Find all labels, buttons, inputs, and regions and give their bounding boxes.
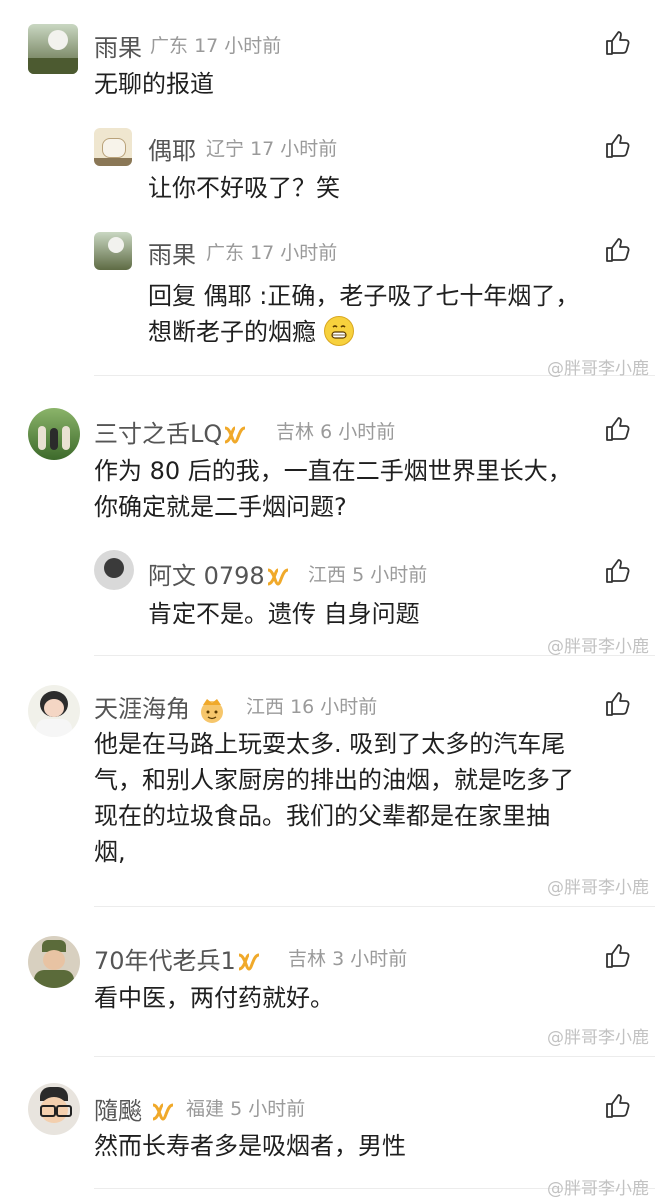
avatar[interactable] [94, 232, 132, 270]
username[interactable]: 70年代老兵1 [94, 941, 262, 976]
username[interactable]: 三寸之舌LQ [94, 414, 248, 449]
avatar[interactable] [28, 1083, 80, 1135]
username[interactable]: 阿文 0798 [148, 556, 291, 591]
like-icon[interactable] [604, 133, 630, 159]
avatar[interactable] [94, 550, 134, 590]
comment-meta: 江西 5 小时前 [308, 564, 428, 586]
watermark: @胖哥李小鹿 [547, 1028, 649, 1048]
watermark: @胖哥李小鹿 [547, 359, 649, 379]
comment-meta: 广东 17 小时前 [206, 242, 338, 264]
comment-meta: 吉林 3 小时前 [288, 948, 408, 970]
divider [94, 1056, 655, 1057]
username[interactable]: 雨果 [94, 28, 142, 63]
avatar[interactable] [28, 685, 80, 737]
username[interactable]: 偶耶 [148, 131, 196, 166]
grin-emoji-icon [323, 316, 354, 346]
comment-meta: 吉林 6 小时前 [276, 421, 396, 443]
like-icon[interactable] [604, 30, 630, 56]
username[interactable]: 天涯海角 [94, 689, 226, 724]
username[interactable]: 雨果 [148, 235, 196, 270]
comment-text: 肯定不是。遗传 自身问题 [148, 600, 420, 628]
like-icon[interactable] [604, 691, 630, 717]
like-icon[interactable] [604, 943, 630, 969]
comment-text: 看中医，两付药就好。 [94, 984, 334, 1012]
reply-target-link[interactable]: 偶耶 [204, 282, 252, 310]
avatar[interactable] [28, 24, 78, 74]
comment-meta: 辽宁 17 小时前 [206, 138, 338, 160]
comment-text: 让你不好吸了？笑 [148, 174, 340, 202]
comment-text: 回复 偶耶 :正确，老子吸了七十年烟了， 想断老子的烟瘾 [148, 282, 580, 346]
comment-text: 作为 80 后的我，一直在二手烟世界里长大， 你确定就是二手烟问题? [94, 457, 572, 521]
vip-badge-icon [152, 1103, 174, 1121]
comment-meta: 广东 17 小时前 [150, 35, 282, 57]
vip-badge-icon [224, 426, 246, 444]
watermark: @胖哥李小鹿 [547, 637, 649, 657]
watermark: @胖哥李小鹿 [547, 1179, 649, 1199]
vip-badge-icon [238, 953, 260, 971]
like-icon[interactable] [604, 416, 630, 442]
username[interactable]: 隨飈 [94, 1091, 176, 1126]
like-icon[interactable] [604, 237, 630, 263]
avatar[interactable] [94, 128, 132, 166]
comment-meta: 江西 16 小时前 [246, 696, 378, 718]
crown-face-icon [200, 699, 223, 723]
watermark: @胖哥李小鹿 [547, 878, 649, 898]
like-icon[interactable] [604, 1093, 630, 1119]
divider [94, 906, 655, 907]
comment-text: 无聊的报道 [94, 70, 214, 98]
avatar[interactable] [28, 408, 80, 460]
like-icon[interactable] [604, 558, 630, 584]
avatar[interactable] [28, 936, 80, 988]
comment-text: 然而长寿者多是吸烟者，男性 [94, 1132, 406, 1160]
vip-badge-icon [267, 568, 289, 586]
comment-meta: 福建 5 小时前 [186, 1098, 306, 1120]
comment-text: 他是在马路上玩耍太多. 吸到了太多的汽车尾 气，和别人家厨房的排出的油烟，就是吃… [94, 730, 574, 866]
